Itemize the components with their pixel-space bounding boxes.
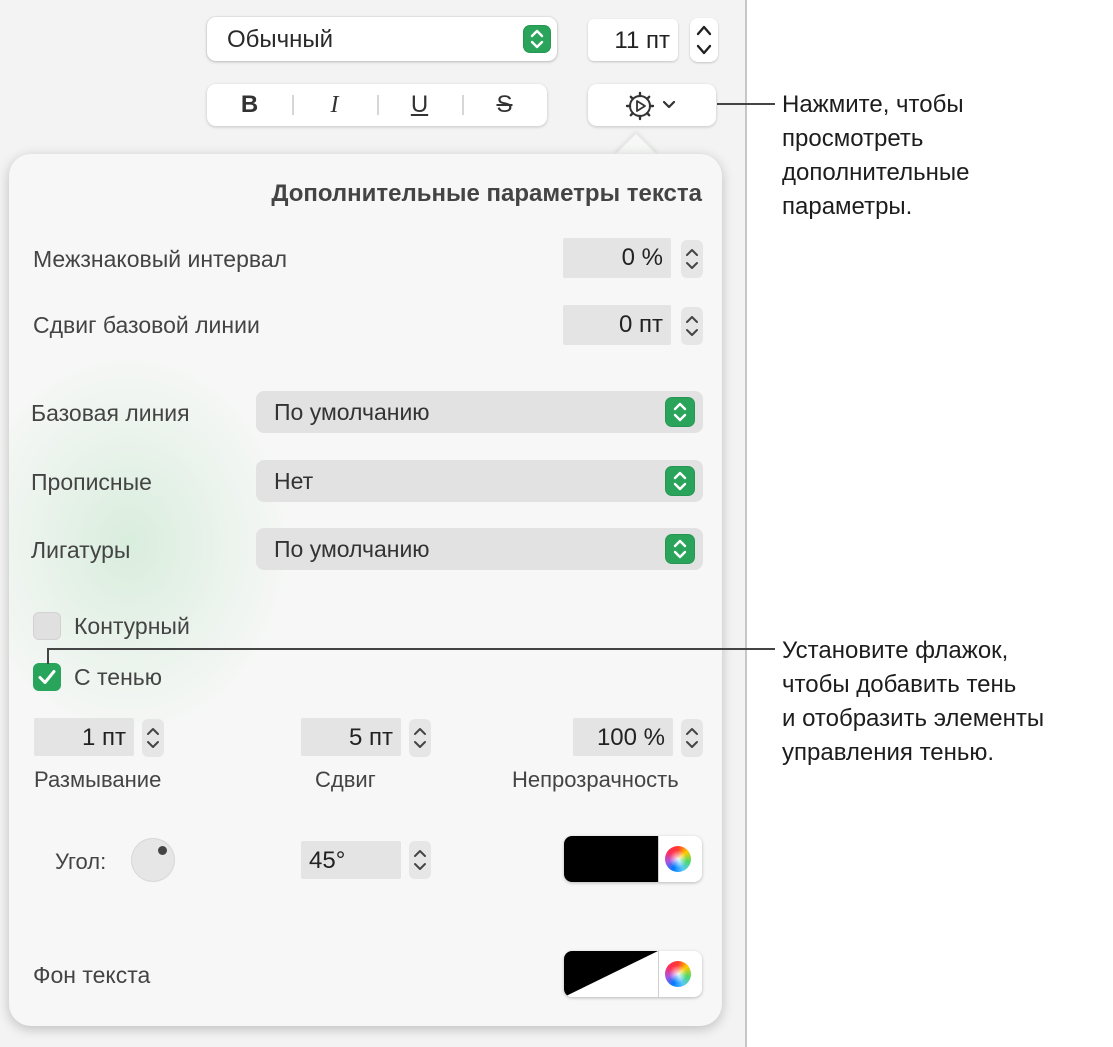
offset-stepper[interactable] xyxy=(409,719,431,757)
divider xyxy=(658,836,659,882)
shadow-color-well[interactable] xyxy=(564,836,702,882)
callout-line xyxy=(47,648,775,650)
divider xyxy=(658,951,659,997)
ligatures-label: Лигатуры xyxy=(31,537,131,563)
paragraph-style-select[interactable]: Обычный xyxy=(207,17,557,61)
color-wheel-icon[interactable] xyxy=(665,961,691,987)
advanced-text-options-popover xyxy=(9,154,722,1026)
advanced-options-button[interactable] xyxy=(588,84,716,126)
callout-text-line: чтобы добавить тень xyxy=(782,671,1017,698)
baseline-popup[interactable]: По умолчанию xyxy=(256,391,703,433)
capitalization-value: Нет xyxy=(274,468,314,494)
shadow-label: С тенью xyxy=(74,664,163,690)
blur-stepper[interactable] xyxy=(142,719,164,757)
callout-text-line: Нажмите, чтобы xyxy=(782,91,964,118)
text-background-color-well[interactable] xyxy=(564,951,702,997)
callout-shadow-checkbox: Установите флажок, чтобы добавить тень и… xyxy=(782,634,1044,770)
shadow-checkbox[interactable] xyxy=(33,663,61,691)
blur-field[interactable]: 1 пт xyxy=(34,718,134,756)
callout-line xyxy=(717,103,775,105)
callout-text-line: управления тенью. xyxy=(782,739,995,766)
chevron-down-icon xyxy=(662,100,676,109)
strikethrough-button[interactable]: S xyxy=(462,84,547,126)
blur-caption: Размывание xyxy=(34,767,162,792)
shadow-color-swatch xyxy=(564,836,658,882)
select-arrows-icon xyxy=(665,534,695,564)
underline-button[interactable]: U xyxy=(377,84,462,126)
capitalization-popup[interactable]: Нет xyxy=(256,460,703,502)
outline-label: Контурный xyxy=(74,613,190,639)
callout-text-line: и отобразить элементы xyxy=(782,705,1045,732)
baseline-shift-field[interactable]: 0 пт xyxy=(563,305,671,345)
checkmark-icon xyxy=(38,670,56,684)
gear-icon xyxy=(625,91,655,121)
font-size-stepper[interactable] xyxy=(690,18,718,62)
select-arrows-icon xyxy=(665,397,695,427)
callout-text-line: Установите флажок, xyxy=(782,637,1009,664)
ligatures-popup[interactable]: По умолчанию xyxy=(256,528,703,570)
color-wheel-icon[interactable] xyxy=(665,846,691,872)
char-spacing-stepper[interactable] xyxy=(681,240,703,278)
select-arrows-icon xyxy=(523,25,551,53)
angle-field[interactable]: 45° xyxy=(301,841,401,879)
font-size-field[interactable]: 11 пт xyxy=(588,19,678,61)
no-fill-swatch xyxy=(564,951,658,997)
bold-button[interactable]: B xyxy=(207,84,292,126)
baseline-shift-stepper[interactable] xyxy=(681,307,703,345)
baseline-shift-label: Сдвиг базовой линии xyxy=(33,312,260,338)
select-arrows-icon xyxy=(665,466,695,496)
popover-title: Дополнительные параметры текста xyxy=(271,180,702,207)
baseline-label: Базовая линия xyxy=(31,400,190,426)
text-format-group: B I U S xyxy=(207,84,547,126)
outline-checkbox[interactable] xyxy=(33,612,61,640)
callout-text-line: просмотреть xyxy=(782,125,924,152)
angle-label: Угол: xyxy=(55,849,107,874)
angle-dial[interactable] xyxy=(131,838,175,882)
font-size-value: 11 пт xyxy=(614,27,670,54)
offset-caption: Сдвиг xyxy=(315,767,376,792)
angle-stepper[interactable] xyxy=(409,841,431,879)
char-spacing-label: Межзнаковый интервал xyxy=(33,246,288,272)
callout-advanced-options: Нажмите, чтобы просмотреть дополнительны… xyxy=(782,88,969,224)
opacity-stepper[interactable] xyxy=(681,719,703,757)
paragraph-style-value: Обычный xyxy=(227,26,334,53)
callout-line xyxy=(47,648,49,664)
opacity-field[interactable]: 100 % xyxy=(573,718,673,756)
italic-button[interactable]: I xyxy=(292,84,377,126)
ligatures-value: По умолчанию xyxy=(274,536,430,562)
callout-text-line: параметры. xyxy=(782,193,913,220)
capitalization-label: Прописные xyxy=(31,469,152,495)
offset-field[interactable]: 5 пт xyxy=(301,718,401,756)
opacity-caption: Непрозрачность xyxy=(512,767,679,792)
text-background-label: Фон текста xyxy=(33,962,151,988)
char-spacing-field[interactable]: 0 % xyxy=(563,238,671,278)
callout-text-line: дополнительные xyxy=(782,159,970,186)
angle-dial-knob xyxy=(158,846,167,855)
baseline-value: По умолчанию xyxy=(274,399,430,425)
